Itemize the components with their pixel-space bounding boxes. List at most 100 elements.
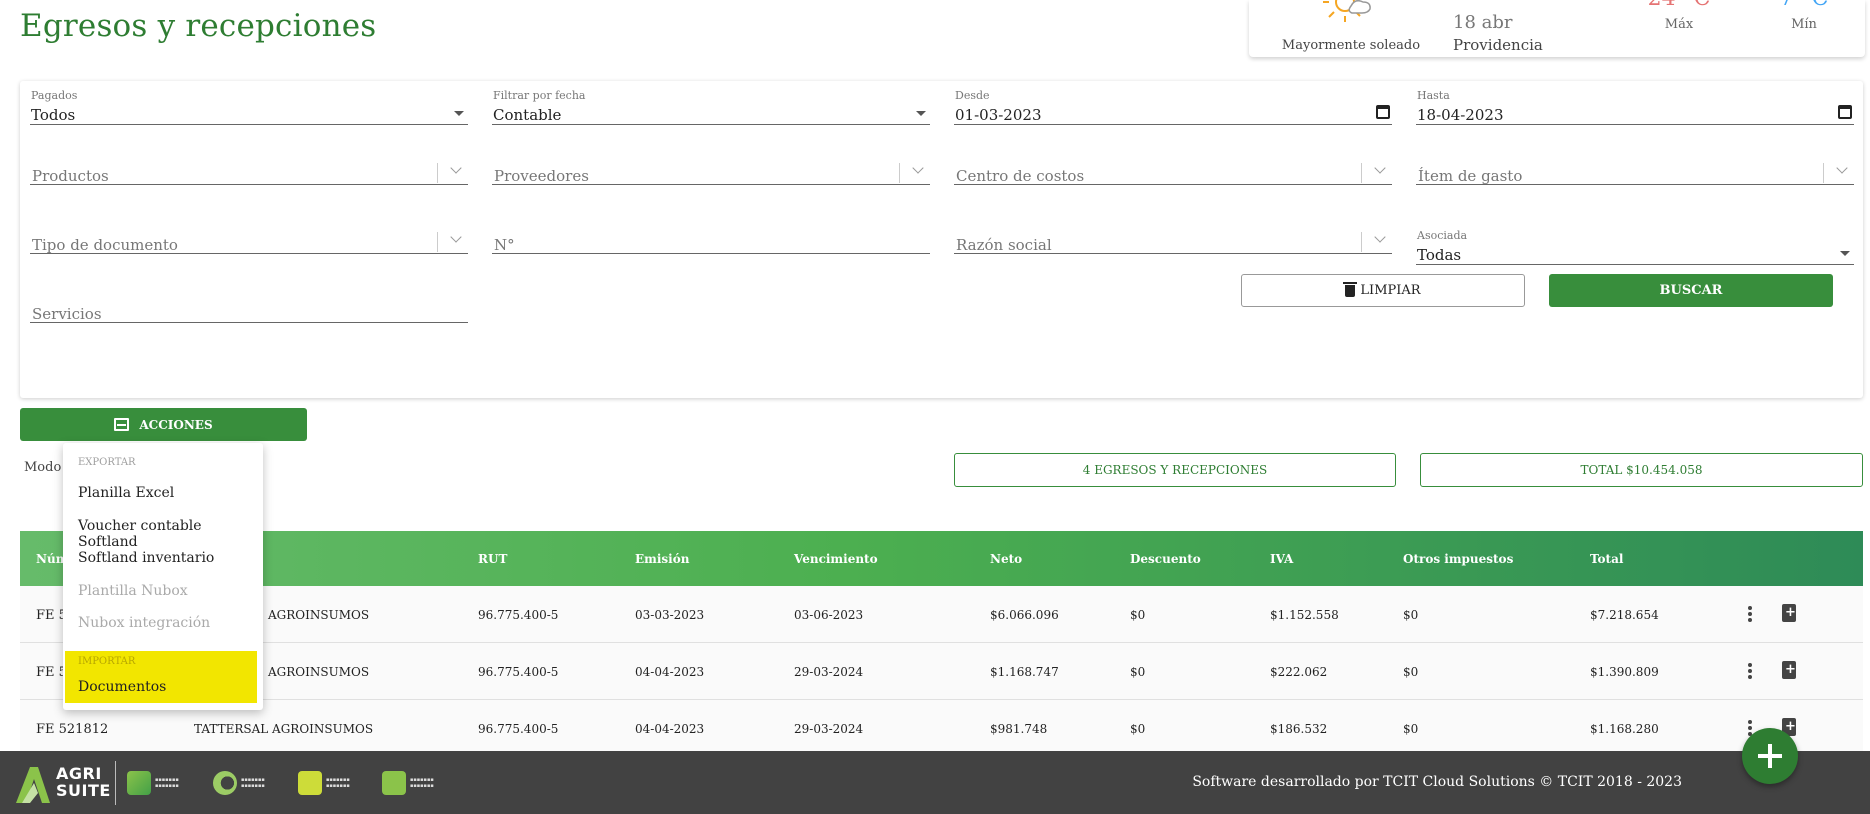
desde-date-input[interactable]: Desde 01-03-2023 [954, 89, 1392, 125]
cell-emision: 04-04-2023 [635, 722, 705, 736]
razon-social-placeholder: Razón social [956, 236, 1052, 254]
column-header-vencimiento[interactable]: Vencimiento [794, 552, 878, 566]
column-header-emision[interactable]: Emisión [635, 552, 689, 566]
menu-header-importar: IMPORTAR [78, 656, 136, 667]
menu-item-softland-inventario[interactable]: Softland inventario [78, 550, 214, 566]
weather-widget: Mayormente soleado 18 abr Providencia 24… [1249, 0, 1865, 57]
cell-iva: $222.062 [1270, 665, 1328, 679]
count-button[interactable]: 4 EGRESOS Y RECEPCIONES [954, 453, 1396, 487]
column-header-iva[interactable]: IVA [1270, 552, 1293, 566]
agro-logo-icon [127, 771, 151, 795]
hasta-date-input[interactable]: Hasta 18-04-2023 [1416, 89, 1854, 125]
table-row[interactable]: FE 521812 TATTERSAL AGROINSUMOS 96.775.4… [20, 700, 1863, 757]
cosecha-logo-icon [213, 771, 237, 795]
cell-razon-social: TATTERSAL AGROINSUMOS [194, 722, 374, 736]
cell-neto: $6.066.096 [990, 608, 1059, 622]
acciones-menu: EXPORTAR Planilla Excel Voucher contable… [63, 443, 263, 710]
limpiar-button[interactable]: LIMPIAR [1241, 274, 1525, 307]
desde-value: 01-03-2023 [955, 106, 1042, 124]
total-button[interactable]: TOTAL $10.454.058 [1420, 453, 1863, 487]
weather-max-value: 24 °C [1609, 0, 1749, 11]
separator [899, 163, 900, 183]
pagados-value: Todos [31, 106, 76, 124]
item-gasto-autocomplete[interactable]: Ítem de gasto [1416, 149, 1854, 185]
proveedores-autocomplete[interactable]: Proveedores [492, 149, 930, 185]
cell-rut: 96.775.400-5 [478, 608, 559, 622]
column-header-descuento[interactable]: Descuento [1130, 552, 1201, 566]
acciones-label: ACCIONES [139, 417, 213, 432]
desde-label: Desde [955, 89, 990, 102]
cell-neto: $981.748 [990, 722, 1048, 736]
separator [1823, 163, 1824, 183]
trash-icon [1343, 281, 1358, 297]
weather-min-label: Mín [1791, 17, 1817, 32]
buscar-button[interactable]: BUSCAR [1549, 274, 1833, 307]
table-header: Núm RUT Emisión Vencimiento Neto Descuen… [20, 531, 1863, 586]
asociada-label: Asociada [1417, 229, 1468, 242]
chevron-down-icon[interactable] [1836, 162, 1848, 174]
weather-max-label: Máx [1664, 17, 1694, 32]
tipo-documento-autocomplete[interactable]: Tipo de documento [30, 218, 468, 254]
pagados-select[interactable]: Pagados Todos [30, 89, 468, 125]
post-logo-tagline: ▪▪▪▪▪▪▪ ▪▪▪▪▪▪▪ [410, 777, 434, 789]
proveedores-placeholder: Proveedores [494, 167, 589, 185]
add-document-icon[interactable] [1782, 661, 1796, 679]
logo-line-1: AGRI [56, 764, 102, 783]
add-document-icon[interactable] [1782, 604, 1796, 622]
chevron-down-icon[interactable] [1374, 231, 1386, 243]
servicios-input[interactable]: Servicios [30, 287, 468, 323]
chevron-down-icon[interactable] [1374, 162, 1386, 174]
cell-total: $7.218.654 [1590, 608, 1659, 622]
cosecha-product-logo: ▪▪▪▪▪▪▪ ▪▪▪▪▪▪▪ [213, 771, 265, 795]
hasta-label: Hasta [1417, 89, 1450, 102]
column-header-rut[interactable]: RUT [478, 552, 507, 566]
centro-costos-autocomplete[interactable]: Centro de costos [954, 149, 1392, 185]
asociada-value: Todas [1417, 246, 1462, 264]
menu-item-documentos[interactable]: Documentos [78, 679, 166, 695]
filtrar-fecha-select[interactable]: Filtrar por fecha Contable [492, 89, 930, 125]
table-row[interactable]: FE 5 AGROINSUMOS 96.775.400-5 03-03-2023… [20, 586, 1863, 643]
post-logo-icon [382, 771, 406, 795]
cell-razon-social: AGROINSUMOS [268, 665, 370, 679]
weather-date: 18 abr [1453, 12, 1513, 33]
lab-logo-tagline: ▪▪▪▪▪▪▪ ▪▪▪▪▪▪▪ [326, 777, 350, 789]
cell-razon-social: AGROINSUMOS [268, 608, 370, 622]
table-row[interactable]: FE 5 AGROINSUMOS 96.775.400-5 04-04-2023… [20, 643, 1863, 700]
cell-iva: $1.152.558 [1270, 608, 1339, 622]
calendar-icon[interactable] [1376, 105, 1390, 119]
add-fab-button[interactable] [1742, 728, 1798, 784]
cell-rut: 96.775.400-5 [478, 665, 559, 679]
calendar-icon[interactable] [1838, 105, 1852, 119]
chevron-down-icon[interactable] [450, 162, 462, 174]
menu-item-nubox-integracion: Nubox integración [78, 615, 211, 631]
separator [437, 163, 438, 183]
more-vert-icon[interactable] [1748, 663, 1752, 679]
chevron-down-icon[interactable] [450, 231, 462, 243]
more-vert-icon[interactable] [1748, 606, 1752, 622]
productos-autocomplete[interactable]: Productos [30, 149, 468, 185]
menu-item-voucher-softland[interactable]: Voucher contable Softland [78, 518, 263, 550]
menu-item-planilla-excel[interactable]: Planilla Excel [78, 485, 174, 501]
cell-vencimiento: 03-06-2023 [794, 608, 864, 622]
column-header-neto[interactable]: Neto [990, 552, 1022, 566]
cell-descuento: $0 [1130, 665, 1146, 679]
chevron-down-icon[interactable] [912, 162, 924, 174]
separator [437, 232, 438, 252]
cell-otros-impuestos: $0 [1403, 665, 1419, 679]
separator [1361, 232, 1362, 252]
cell-vencimiento: 29-03-2024 [794, 665, 864, 679]
acciones-button[interactable]: ACCIONES [20, 408, 307, 441]
dropdown-arrow-icon [1840, 251, 1850, 256]
column-header-total[interactable]: Total [1590, 552, 1623, 566]
cell-vencimiento: 29-03-2024 [794, 722, 864, 736]
razon-social-autocomplete[interactable]: Razón social [954, 218, 1392, 254]
column-header-otros-impuestos[interactable]: Otros impuestos [1403, 552, 1513, 566]
weather-condition: Mayormente soleado [1281, 38, 1421, 53]
footer-credit: Software desarrollado por TCIT Cloud Sol… [1192, 774, 1682, 790]
filtrar-fecha-value: Contable [493, 106, 562, 124]
asociada-select[interactable]: Asociada Todas [1416, 229, 1854, 265]
cell-numero: FE 521812 [36, 722, 109, 737]
filters-panel: Pagados Todos Filtrar por fecha Contable… [20, 81, 1863, 398]
cell-rut: 96.775.400-5 [478, 722, 559, 736]
numero-input[interactable]: N° [492, 218, 930, 254]
